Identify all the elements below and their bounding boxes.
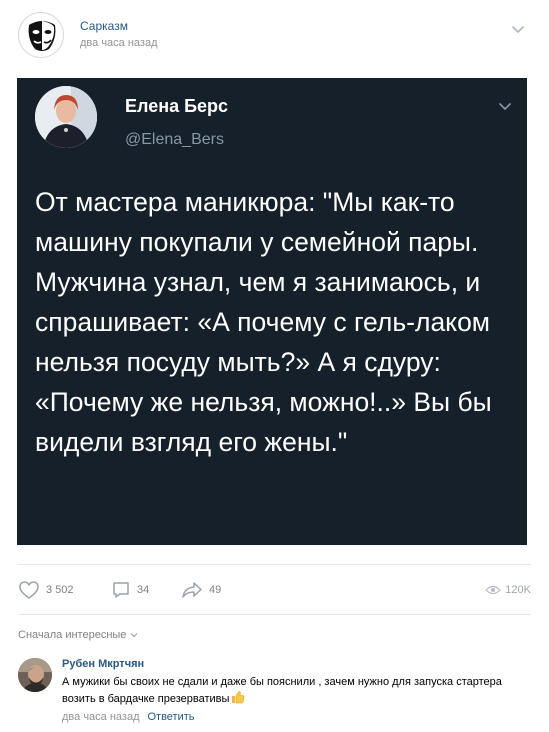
comment: Рубен Мкртчян А мужики бы своих не сдали… (18, 655, 531, 725)
chevron-down-icon[interactable] (511, 22, 525, 36)
divider (18, 614, 531, 615)
eye-icon (485, 585, 502, 595)
share-button[interactable]: 49 (181, 578, 221, 602)
comments-count: 34 (137, 584, 150, 596)
group-name[interactable]: Сарказм (80, 19, 128, 33)
post-time[interactable]: два часа назад (80, 37, 157, 49)
author-photo (35, 86, 97, 148)
tweet-text: От мастера маникюра: "Мы как-то машину п… (35, 187, 492, 457)
chevron-down-icon (499, 103, 511, 111)
post-header: Сарказм два часа назад (18, 10, 531, 60)
comments-sort-label: Сначала интересные (18, 629, 127, 641)
tweet-author-avatar (35, 86, 97, 148)
tweet-author-name: Елена Берс (125, 96, 229, 116)
commenter-photo (18, 658, 52, 692)
comment-author-avatar[interactable] (18, 658, 52, 692)
comment-time[interactable]: два часа назад (62, 711, 139, 723)
thumbs-up-emoji (232, 691, 245, 704)
comment-body: А мужики бы своих не сдали и даже бы поя… (62, 676, 502, 705)
shares-count: 49 (209, 584, 222, 596)
comment-icon (113, 582, 129, 598)
like-button[interactable]: 3 502 (18, 578, 74, 602)
sarcasm-mask-logo (20, 14, 63, 57)
heart-icon (19, 581, 39, 599)
comment-author-name[interactable]: Рубен Мкртчян (62, 658, 144, 670)
comment-button[interactable]: 34 (111, 578, 149, 602)
chevron-down-icon (130, 633, 138, 638)
comment-text: А мужики бы своих не сдали и даже бы поя… (62, 675, 502, 707)
views-counter: 120K (485, 578, 531, 602)
divider (18, 564, 531, 565)
tweet-author-handle: @Elena_Bers (125, 131, 224, 148)
likes-count: 3 502 (46, 584, 74, 596)
reply-button[interactable]: Ответить (147, 711, 194, 723)
group-avatar[interactable] (18, 12, 64, 58)
share-icon (182, 582, 202, 598)
comments-sort-dropdown[interactable]: Сначала интересные (18, 629, 138, 641)
views-count: 120K (505, 584, 531, 596)
tweet-image[interactable]: Елена Берс @Elena_Bers От мастера маникю… (17, 78, 527, 545)
post-actions: 3 502 34 49 120K (18, 578, 531, 602)
comment-meta: два часа назад Ответить (62, 711, 195, 723)
